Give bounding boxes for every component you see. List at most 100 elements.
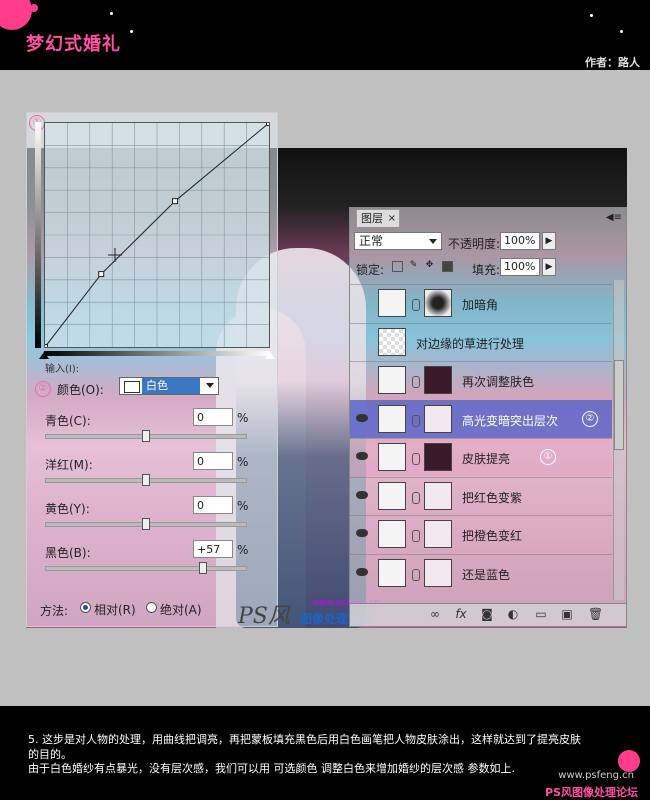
blend-mode-select[interactable]: 正常 [354, 232, 442, 250]
black-slider-track[interactable] [45, 566, 247, 571]
curves-layer-icon [378, 443, 406, 471]
chain-link-icon[interactable] [412, 453, 420, 465]
layer-name: 高光变暗突出层次 [462, 413, 559, 428]
link-layers-icon[interactable]: ∞ [428, 607, 442, 621]
eye-icon[interactable] [356, 567, 368, 576]
absolute-radio[interactable] [146, 602, 157, 613]
cyan-unit: % [237, 411, 249, 425]
selective-color-layer-icon [378, 481, 406, 510]
selective-color-layer-icon [378, 366, 406, 394]
black-label: 黑色(B): [45, 546, 91, 560]
curve-point[interactable] [98, 271, 105, 278]
curve-point[interactable] [45, 344, 48, 348]
magenta-label: 洋红(M): [45, 458, 93, 472]
pixel-layer-thumbnail [378, 327, 406, 356]
black-slider-thumb[interactable] [199, 562, 207, 574]
layer-name: 加暗角 [462, 298, 499, 312]
layer-row[interactable]: 高光变暗突出层次 ② [350, 399, 612, 438]
chain-link-icon[interactable] [412, 376, 420, 388]
black-field[interactable]: +57 [193, 540, 233, 558]
step-marker-2: ② [35, 381, 51, 397]
curve-point[interactable] [266, 123, 270, 126]
black-point-slider[interactable] [39, 352, 49, 359]
relative-radio[interactable] [80, 602, 91, 613]
add-mask-icon[interactable]: ◙ [480, 607, 494, 621]
fill-arrow-icon[interactable]: ▶ [542, 258, 556, 276]
opacity-field[interactable]: 100% [500, 232, 540, 250]
trash-icon[interactable]: 🗑 [588, 607, 603, 621]
chain-link-icon[interactable] [412, 414, 420, 427]
tab-layers[interactable]: 图层 × [356, 209, 400, 227]
close-icon[interactable]: × [388, 210, 396, 228]
layers-scrollbar[interactable] [613, 280, 624, 600]
eye-icon[interactable] [356, 452, 368, 460]
color-row: ② 颜色(O): 白色 [35, 377, 275, 399]
magenta-unit: % [237, 455, 249, 469]
yellow-slider-thumb[interactable] [142, 518, 150, 530]
eye-icon[interactable] [356, 529, 368, 537]
chain-link-icon[interactable] [412, 568, 420, 581]
yellow-label: 黄色(Y): [45, 502, 90, 516]
layer-mask-thumbnail[interactable] [424, 520, 452, 548]
lock-brush-icon[interactable]: ✎ [408, 261, 419, 272]
layer-mask-thumbnail[interactable] [424, 289, 452, 317]
blend-mode-value: 正常 [359, 234, 384, 248]
input-label: 输入(I): [45, 364, 80, 375]
layer-name: 皮肤提亮 [462, 452, 511, 466]
relative-label[interactable]: 相对(R) [94, 601, 136, 618]
yellow-field[interactable]: 0 [193, 496, 233, 514]
curve-point[interactable] [172, 198, 179, 205]
sparkle-dot [110, 12, 113, 15]
fill-field[interactable]: 100% [500, 258, 540, 276]
opacity-arrow-icon[interactable]: ▶ [542, 232, 556, 250]
chain-link-icon[interactable] [412, 299, 420, 311]
layers-footer: ∞ fx ◙ ◐ ▭ ▣ 🗑 [350, 603, 626, 626]
magenta-slider-thumb[interactable] [142, 474, 150, 486]
layer-row[interactable]: 把红色变紫 [350, 476, 612, 515]
caption-note: 由于白色婚纱有点暴光，没有层次感，我们可以用 可选颜色 调整白色来增加婚纱的层次… [28, 762, 515, 775]
cyan-field[interactable]: 0 [193, 408, 233, 426]
layer-style-icon[interactable]: fx [454, 607, 468, 621]
cyan-slider-thumb[interactable] [142, 430, 150, 442]
cyan-label: 青色(C): [45, 414, 91, 428]
selective-color-layer-icon [378, 558, 406, 587]
selective-color-layer-icon [378, 404, 406, 433]
adjustment-layer-icon[interactable]: ◐ [506, 607, 520, 621]
layer-row[interactable]: 对边缘的草进行处理 [350, 322, 612, 361]
color-dropdown[interactable]: 白色 [119, 377, 219, 395]
lock-transparency-icon[interactable] [392, 261, 403, 272]
chain-link-icon[interactable] [412, 491, 420, 504]
new-group-icon[interactable]: ▭ [534, 607, 548, 621]
lock-move-icon[interactable]: ✥ [424, 261, 435, 272]
eye-icon[interactable] [356, 413, 368, 422]
layer-name: 还是蓝色 [462, 567, 511, 582]
layer-row[interactable]: 皮肤提亮 ① [350, 438, 612, 476]
chevron-down-icon [206, 383, 214, 388]
pink-splash-right [618, 750, 640, 772]
layer-row[interactable]: 把橙色变红 [350, 515, 612, 553]
magenta-field[interactable]: 0 [193, 452, 233, 470]
layers-panel: 图层 × ◀≡ 正常 不透明度: 100% ▶ 锁定: ✎ ✥ 填充: 100%… [349, 207, 627, 627]
curve-plot[interactable] [45, 123, 269, 347]
layer-row[interactable]: 还是蓝色 [350, 553, 612, 592]
layer-row[interactable]: 加暗角 [350, 284, 612, 322]
layer-row[interactable]: 再次调整肤色 [350, 361, 612, 399]
chain-link-icon[interactable] [412, 530, 420, 542]
white-point-slider[interactable] [265, 352, 275, 359]
scroll-thumb[interactable] [614, 360, 624, 450]
footer-url: www.psfeng.cn [558, 770, 634, 781]
caption-footer: 5. 这步是对人物的处理，用曲线把调亮，再把蒙板填充黑色后用白色画笔把人物皮肤涂… [0, 706, 650, 800]
lock-all-icon[interactable] [442, 261, 453, 272]
magenta-adjustment: 洋红(M): 0 % [45, 452, 270, 496]
absolute-label[interactable]: 绝对(A) [160, 601, 202, 618]
layer-mask-thumbnail[interactable] [424, 558, 452, 587]
layer-mask-thumbnail[interactable] [424, 443, 452, 471]
curves-graph[interactable] [44, 122, 270, 348]
layer-mask-thumbnail[interactable] [424, 404, 452, 433]
output-gradient [35, 122, 41, 348]
layer-mask-thumbnail[interactable] [424, 481, 452, 510]
eye-icon[interactable] [356, 490, 368, 499]
panel-menu-icon[interactable]: ◀≡ [606, 212, 622, 223]
layer-mask-thumbnail[interactable] [424, 366, 452, 394]
new-layer-icon[interactable]: ▣ [560, 607, 574, 621]
